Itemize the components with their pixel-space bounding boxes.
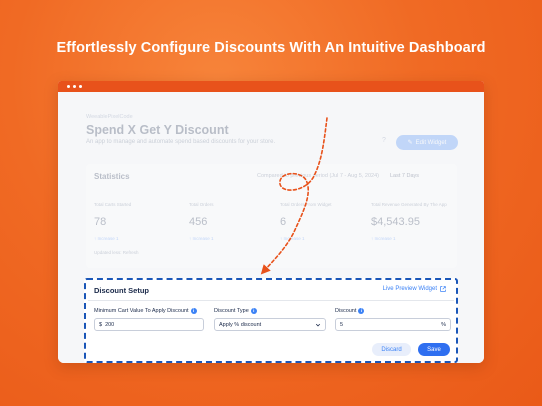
discard-button[interactable]: Discard xyxy=(372,343,411,356)
window-titlebar xyxy=(58,81,484,92)
external-link-icon xyxy=(440,286,446,292)
live-preview-label: Live Preview Widget xyxy=(382,286,437,292)
date-range-select[interactable]: Last 7 Days xyxy=(390,173,419,179)
edit-widget-label: Edit Widget xyxy=(415,139,447,146)
statistics-card: Statistics Compared to previous period (… xyxy=(86,164,457,268)
metric-change: ↑ Increase 1 xyxy=(189,236,214,241)
statistics-compare-text: Compared to previous period (Jul 7 - Aug… xyxy=(257,173,379,179)
metric-change: ↑ Increase 1 xyxy=(280,236,305,241)
min-cart-label: Minimum Cart Value To Apply Discount xyxy=(94,307,189,314)
chevron-down-icon xyxy=(315,323,321,326)
discount-type-label: Discount Type xyxy=(214,307,249,314)
metric-label: Total Carts Started xyxy=(94,202,132,207)
page-subtitle: An app to manage and automate spend base… xyxy=(86,139,276,145)
window-dot-icon xyxy=(67,85,70,88)
discount-label: Discount xyxy=(335,307,357,314)
statistics-title: Statistics xyxy=(94,172,130,181)
metric-change: ↑ Increase 1 xyxy=(371,236,396,241)
discount-setup-card: Discount Setup Live Preview Widget Minim… xyxy=(84,278,458,363)
statistics-updated: Updated less: Refresh xyxy=(94,250,139,255)
metric-value: 456 xyxy=(189,216,208,228)
metric-value: 6 xyxy=(280,216,287,228)
info-icon[interactable]: i xyxy=(358,307,365,314)
live-preview-link[interactable]: Live Preview Widget xyxy=(383,286,446,292)
page-title: Spend X Get Y Discount xyxy=(86,123,229,137)
metric-change: ↑ Increase 1 xyxy=(94,236,119,241)
discount-field: Discount i 5 % xyxy=(335,306,451,331)
currency-prefix: $ xyxy=(99,321,103,328)
edit-icon: ✎ xyxy=(407,140,413,146)
brand-logo: WeeablePixelCode xyxy=(86,114,133,120)
app-window: WeeablePixelCode Spend X Get Y Discount … xyxy=(58,81,484,363)
metric-value: $4,543.95 xyxy=(371,216,420,228)
metric-total-orders: Total Orders 456 ↑ Increase 1 xyxy=(189,202,279,241)
info-icon[interactable]: i xyxy=(190,307,197,314)
percent-suffix: % xyxy=(441,321,446,328)
metric-orders-from-widget: Total Orders From Widget 6 ↑ Increase 1 xyxy=(280,202,370,241)
metric-carts-started: Total Carts Started 78 ↑ Increase 1 xyxy=(94,202,184,241)
headline: Effortlessly Configure Discounts With An… xyxy=(56,40,486,56)
discount-value: 5 xyxy=(340,321,344,328)
discount-type-value: Apply % discount xyxy=(219,321,262,328)
metric-revenue: Total Revenue Generated By The App $4,54… xyxy=(371,202,461,241)
divider xyxy=(88,300,454,301)
min-cart-value: 200 xyxy=(105,321,115,328)
edit-widget-button[interactable]: ✎ Edit Widget xyxy=(396,135,458,150)
window-dot-icon xyxy=(73,85,76,88)
min-cart-field: Minimum Cart Value To Apply Discount i $… xyxy=(94,306,204,331)
discount-setup-title: Discount Setup xyxy=(94,286,150,295)
metric-value: 78 xyxy=(94,216,107,228)
discount-input[interactable]: 5 % xyxy=(335,318,451,331)
app-content: WeeablePixelCode Spend X Get Y Discount … xyxy=(58,92,484,363)
window-dot-icon xyxy=(79,85,82,88)
question-circle-icon[interactable]: ? xyxy=(382,137,386,144)
discount-type-field: Discount Type i Apply % discount xyxy=(214,306,326,331)
min-cart-input[interactable]: $ 200 xyxy=(94,318,204,331)
metric-label: Total Orders From Widget xyxy=(280,202,332,207)
metric-label: Total Revenue Generated By The App xyxy=(371,202,447,207)
discount-type-select[interactable]: Apply % discount xyxy=(214,318,326,331)
metric-label: Total Orders xyxy=(189,202,214,207)
save-button[interactable]: Save xyxy=(418,343,450,356)
info-icon[interactable]: i xyxy=(250,307,257,314)
